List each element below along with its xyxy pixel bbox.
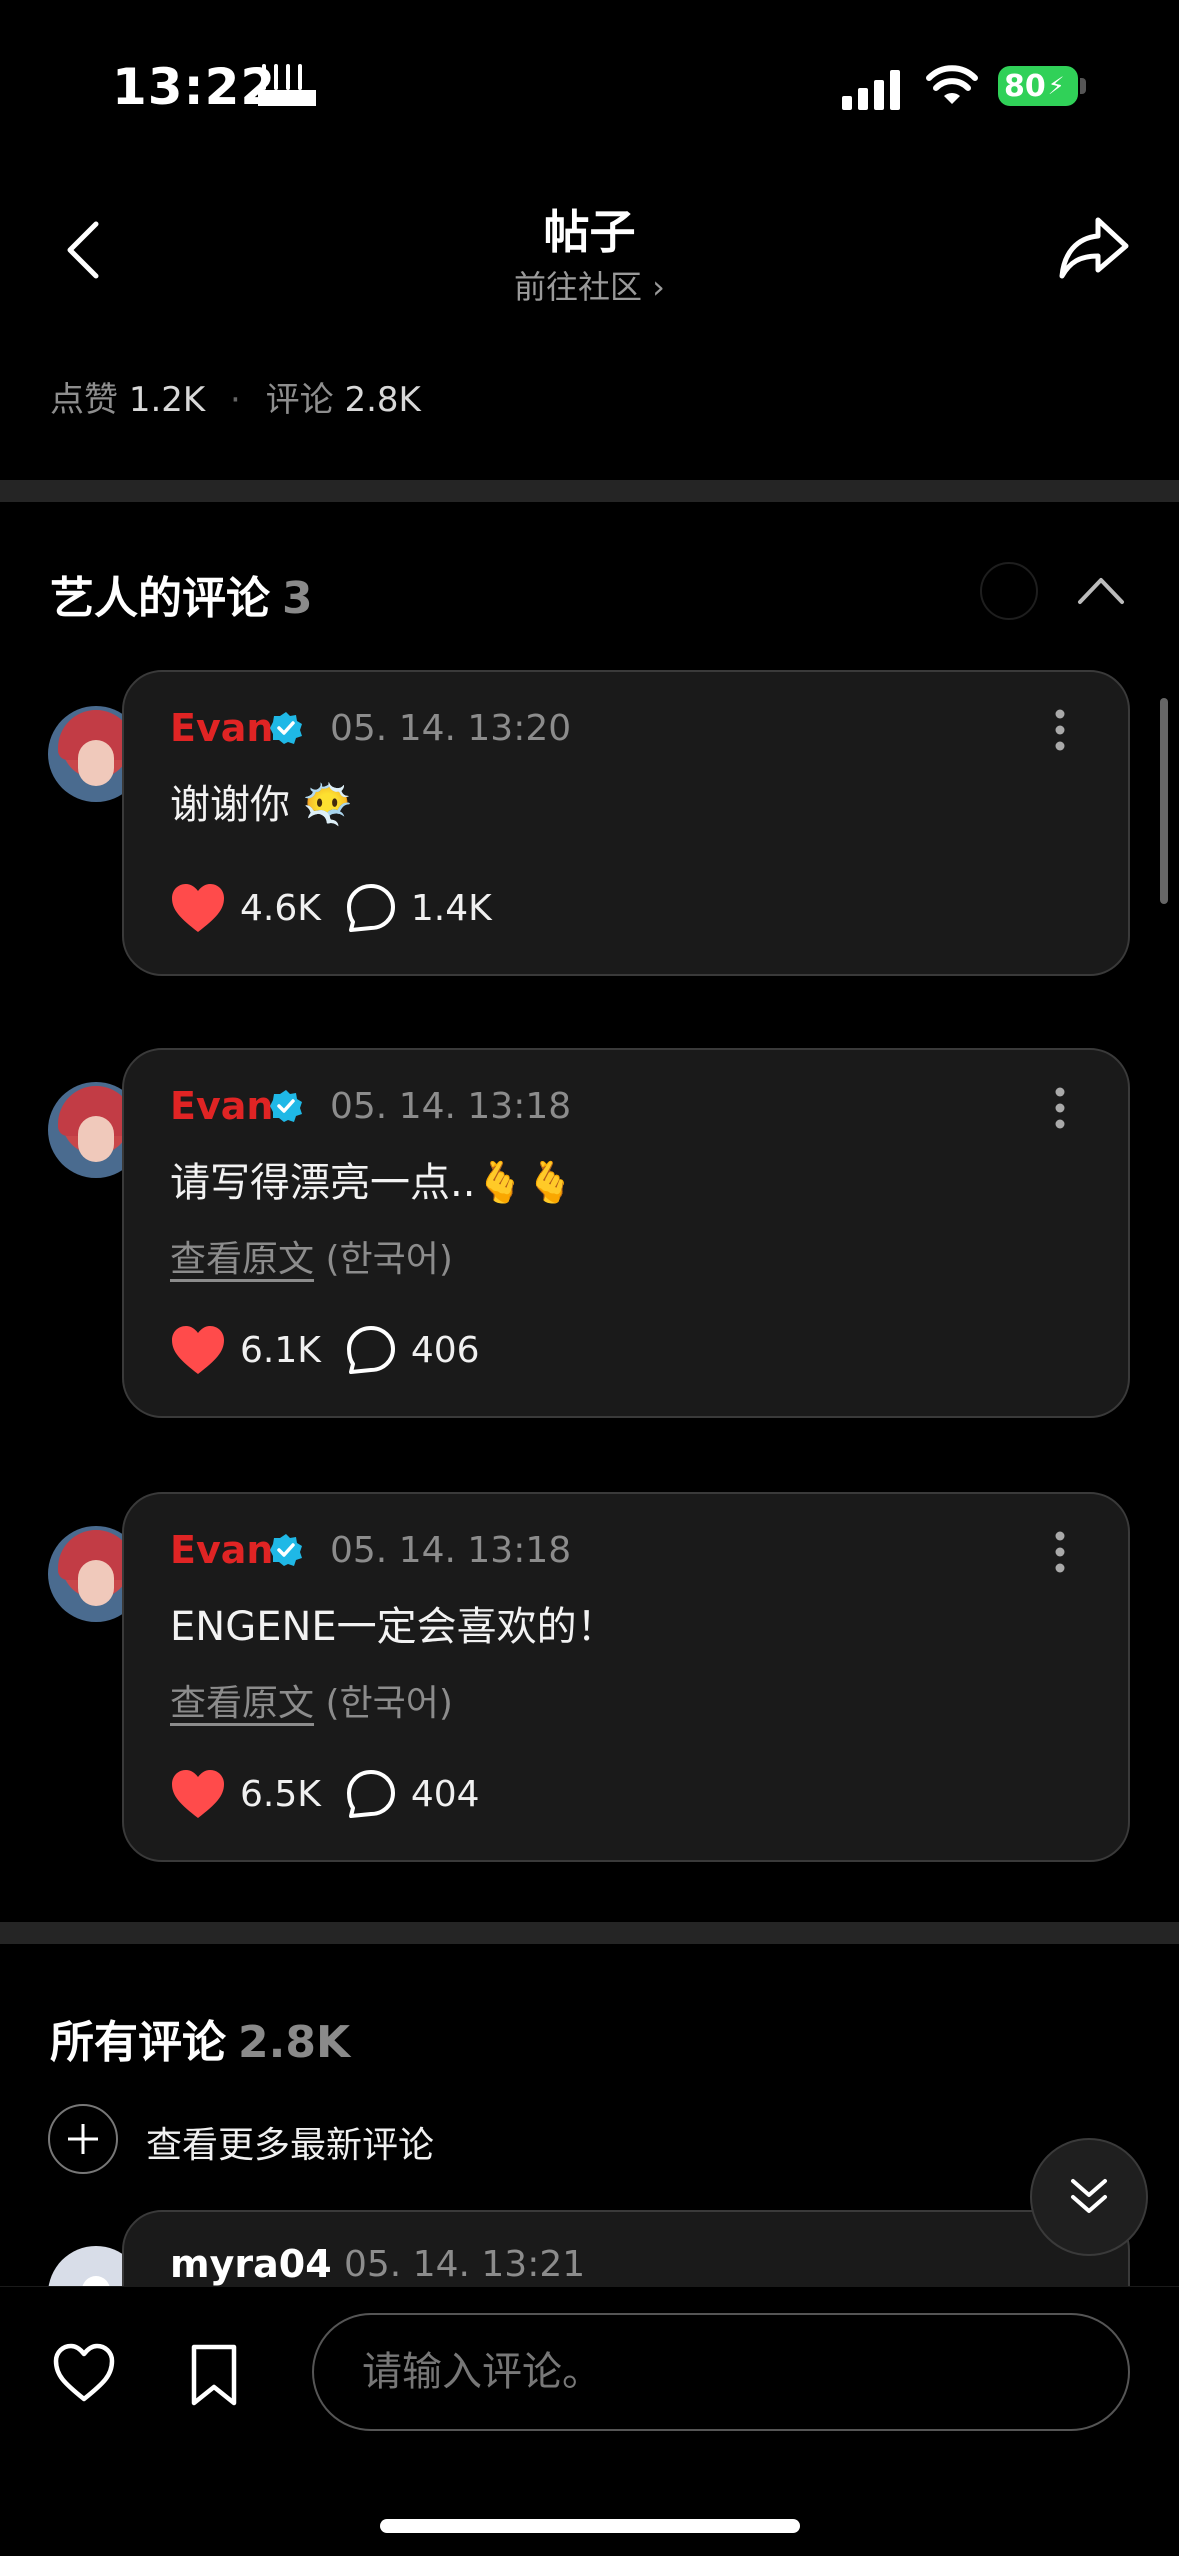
home-indicator[interactable] [380, 2519, 800, 2533]
reply-bubble-icon[interactable] [345, 1324, 397, 1376]
status-time: 13:22 [112, 58, 277, 116]
like-count: 4.6K [240, 887, 321, 929]
microphone-indicator-icon [258, 64, 316, 106]
reply-bubble-icon[interactable] [345, 1768, 397, 1820]
wifi-icon [926, 65, 978, 104]
scroll-to-bottom-button[interactable] [1030, 2138, 1148, 2256]
comment-time: 05. 14. 13:18 [330, 1086, 572, 1127]
all-comments-count: 2.8K [238, 2017, 351, 2068]
view-original-link[interactable]: 查看原文 [170, 1683, 314, 1724]
comment-text: 谢谢你 😶‍🌫️ [170, 782, 353, 828]
heart-icon[interactable] [170, 882, 226, 934]
comment-actions: 4.6K 1.4K [170, 878, 492, 938]
verified-badge-icon [270, 712, 302, 744]
double-chevron-down-icon [1071, 2179, 1107, 2213]
all-comments-title: 所有评论 2.8K [50, 2006, 350, 2070]
comment-input[interactable] [312, 2313, 1130, 2431]
bottom-bar [0, 2286, 1179, 2556]
share-icon[interactable] [1058, 214, 1130, 282]
loading-indicator [980, 562, 1038, 620]
go-to-community-link[interactable]: 前往社区 › [0, 262, 1179, 308]
likes-label: 点赞 [50, 380, 118, 420]
like-post-icon[interactable] [52, 2343, 116, 2403]
status-bar: 13:22 80 ⚡ [0, 0, 1179, 170]
charging-bolt-icon: ⚡ [1047, 72, 1065, 100]
more-options-icon[interactable] [1054, 1086, 1066, 1130]
heart-icon[interactable] [170, 1324, 226, 1376]
like-count: 6.1K [240, 1329, 321, 1371]
comment-time: 05. 14. 13:18 [330, 1530, 572, 1571]
comment-time: 05. 14. 13:21 [344, 2244, 586, 2285]
reply-count: 404 [410, 1773, 480, 1815]
bookmark-icon[interactable] [188, 2343, 240, 2407]
comment-text: ENGENE一定会喜欢的！ [170, 1604, 617, 1650]
comment-author[interactable]: Evan [170, 1528, 273, 1572]
page-title: 帖子 [543, 205, 636, 259]
artist-comment-card: Evan 05. 14. 13:18 请写得漂亮一点..🫰🫰 查看原文 (한국어… [122, 1048, 1130, 1418]
artist-comments-title: 艺人的评论 3 [50, 562, 313, 626]
battery-level: 80 [1004, 68, 1046, 104]
scrollbar[interactable] [1160, 698, 1168, 904]
battery-indicator: 80 ⚡ [998, 66, 1078, 106]
more-options-icon[interactable] [1054, 1530, 1066, 1574]
post-stats: 点赞 1.2K · 评论 2.8K [50, 372, 421, 421]
section-divider [0, 480, 1179, 502]
comment-author[interactable]: Evan [170, 706, 273, 750]
reply-bubble-icon[interactable] [345, 882, 397, 934]
comment-actions: 6.5K 404 [170, 1764, 480, 1824]
stats-separator: · [230, 380, 241, 420]
likes-count: 1.2K [128, 380, 206, 420]
comment-text: 请写得漂亮一点..🫰🫰 [170, 1160, 576, 1206]
original-language: (한국어) [325, 1683, 453, 1724]
original-language: (한국어) [325, 1239, 453, 1280]
reply-count: 1.4K [410, 887, 492, 929]
verified-badge-icon [270, 1534, 302, 1566]
reply-count: 406 [410, 1329, 480, 1371]
battery-tip [1080, 78, 1086, 94]
heart-icon[interactable] [170, 1768, 226, 1820]
comment-time: 05. 14. 13:20 [330, 708, 572, 749]
plus-icon[interactable] [48, 2104, 118, 2174]
all-comments-label: 所有评论 [50, 2017, 226, 2068]
like-count: 6.5K [240, 1773, 321, 1815]
more-options-icon[interactable] [1054, 708, 1066, 752]
artist-comments-count: 3 [282, 573, 313, 624]
section-divider [0, 1922, 1179, 1944]
comments-label: 评论 [265, 380, 334, 420]
comments-count: 2.8K [344, 380, 421, 420]
artist-comment-card: Evan 05. 14. 13:20 谢谢你 😶‍🌫️ 4.6K 1.4K [122, 670, 1130, 976]
comment-author[interactable]: myra04 [170, 2242, 332, 2286]
chevron-up-icon[interactable] [1076, 572, 1126, 608]
view-original-link[interactable]: 查看原文 [170, 1239, 314, 1280]
comment-actions: 6.1K 406 [170, 1320, 480, 1380]
view-more-newest-comments[interactable]: 查看更多最新评论 [146, 2116, 434, 2168]
artist-comment-card: Evan 05. 14. 13:18 ENGENE一定会喜欢的！ 查看原文 (한… [122, 1492, 1130, 1862]
signal-icon [842, 70, 900, 110]
verified-badge-icon [270, 1090, 302, 1122]
translate-row: 查看原文 (한국어) [170, 1230, 453, 1282]
comment-author[interactable]: Evan [170, 1084, 273, 1128]
artist-comments-label: 艺人的评论 [50, 573, 270, 624]
translate-row: 查看原文 (한국어) [170, 1674, 453, 1726]
